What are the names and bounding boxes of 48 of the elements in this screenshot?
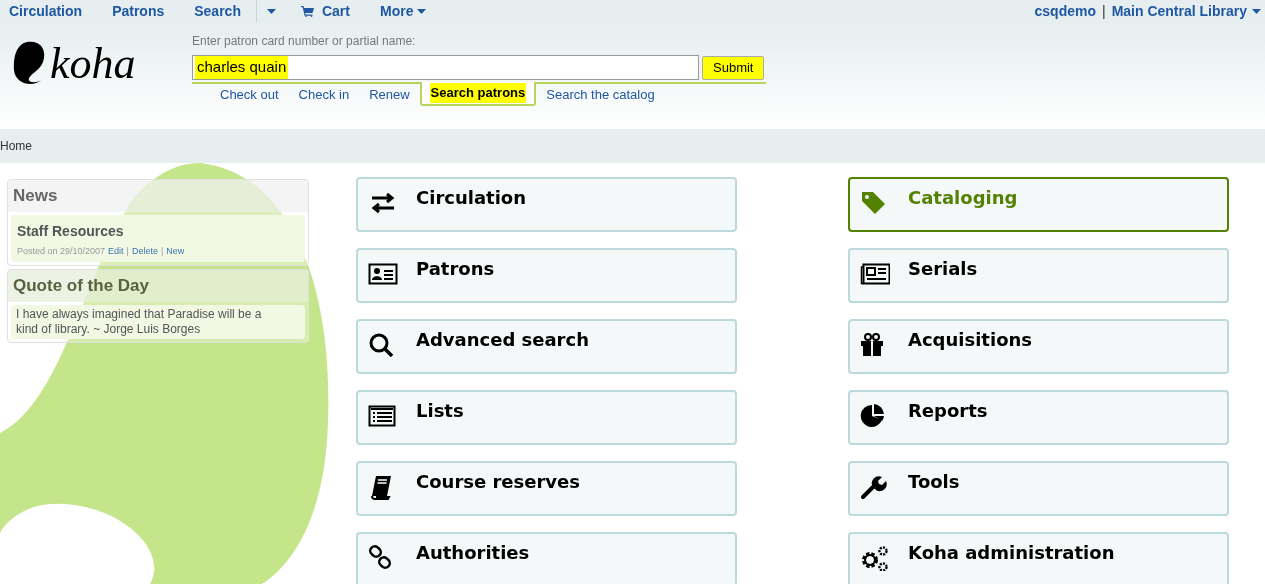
id-card-icon xyxy=(368,261,398,287)
newspaper-icon xyxy=(860,261,890,287)
caret-icon xyxy=(417,8,427,14)
library-menu[interactable]: Main Central Library xyxy=(1111,0,1265,22)
caret-icon xyxy=(266,8,276,14)
gears-icon xyxy=(860,545,890,571)
nav-tab[interactable]: Check out xyxy=(210,84,289,106)
koha-logo[interactable]: koha xyxy=(13,40,159,86)
nav-tab[interactable]: Check in xyxy=(288,84,360,106)
wrench-icon xyxy=(860,474,890,500)
quote-text: I have always imagined that Paradise will be a kind of library. ~ Jorge Luis Borges xyxy=(11,304,305,339)
submit-button[interactable]: Submit xyxy=(702,55,765,80)
nav-link[interactable]: Circulation xyxy=(0,0,98,22)
module-link[interactable]: Patrons xyxy=(356,248,737,303)
module-link[interactable]: Course reserves xyxy=(356,461,737,516)
news-action-link[interactable]: New xyxy=(166,244,185,258)
panel-title: News xyxy=(8,180,308,212)
user-link[interactable]: csqdemo xyxy=(1034,0,1096,22)
nav-tab[interactable]: Search the catalog xyxy=(536,84,665,106)
panel-title: Quote of the Day xyxy=(8,270,308,302)
cart-icon xyxy=(300,5,314,17)
module-link[interactable]: Cataloging xyxy=(848,177,1229,232)
nav-tab[interactable]: Search patrons xyxy=(419,82,537,106)
cart-link[interactable]: Cart xyxy=(285,0,365,22)
module-link[interactable]: Koha administration xyxy=(848,532,1229,584)
module-link[interactable]: Tools xyxy=(848,461,1229,516)
news-title: Staff Resources xyxy=(17,221,125,241)
breadcrumb-link[interactable]: Home xyxy=(0,137,32,155)
separator-text: | xyxy=(160,244,164,258)
module-link[interactable]: Lists xyxy=(356,390,737,445)
separator-text: | xyxy=(126,244,129,258)
list-icon xyxy=(368,403,398,429)
module-link[interactable]: Acquisitions xyxy=(848,319,1229,374)
patron-search-field[interactable]: charles quain xyxy=(192,55,699,80)
post-date: Posted on 29/10/2007 xyxy=(17,244,106,258)
module-link[interactable]: Reports xyxy=(848,390,1229,445)
nav-tab[interactable]: Renew xyxy=(359,84,420,106)
separator-text: | xyxy=(1101,1,1107,21)
module-link[interactable]: Authorities xyxy=(356,532,737,584)
module-link[interactable]: Advanced search xyxy=(356,319,737,374)
search-prompt: Enter patron card number or partial name: xyxy=(192,33,417,50)
caret-icon xyxy=(1252,8,1261,14)
news-action-link[interactable]: Delete xyxy=(131,244,158,258)
news-action-link[interactable]: Edit xyxy=(108,244,124,258)
module-link[interactable]: Serials xyxy=(848,248,1229,303)
more-menu[interactable]: More xyxy=(364,0,442,22)
nav-link[interactable]: Patrons xyxy=(97,0,180,22)
module-link[interactable]: Circulation xyxy=(356,177,737,232)
